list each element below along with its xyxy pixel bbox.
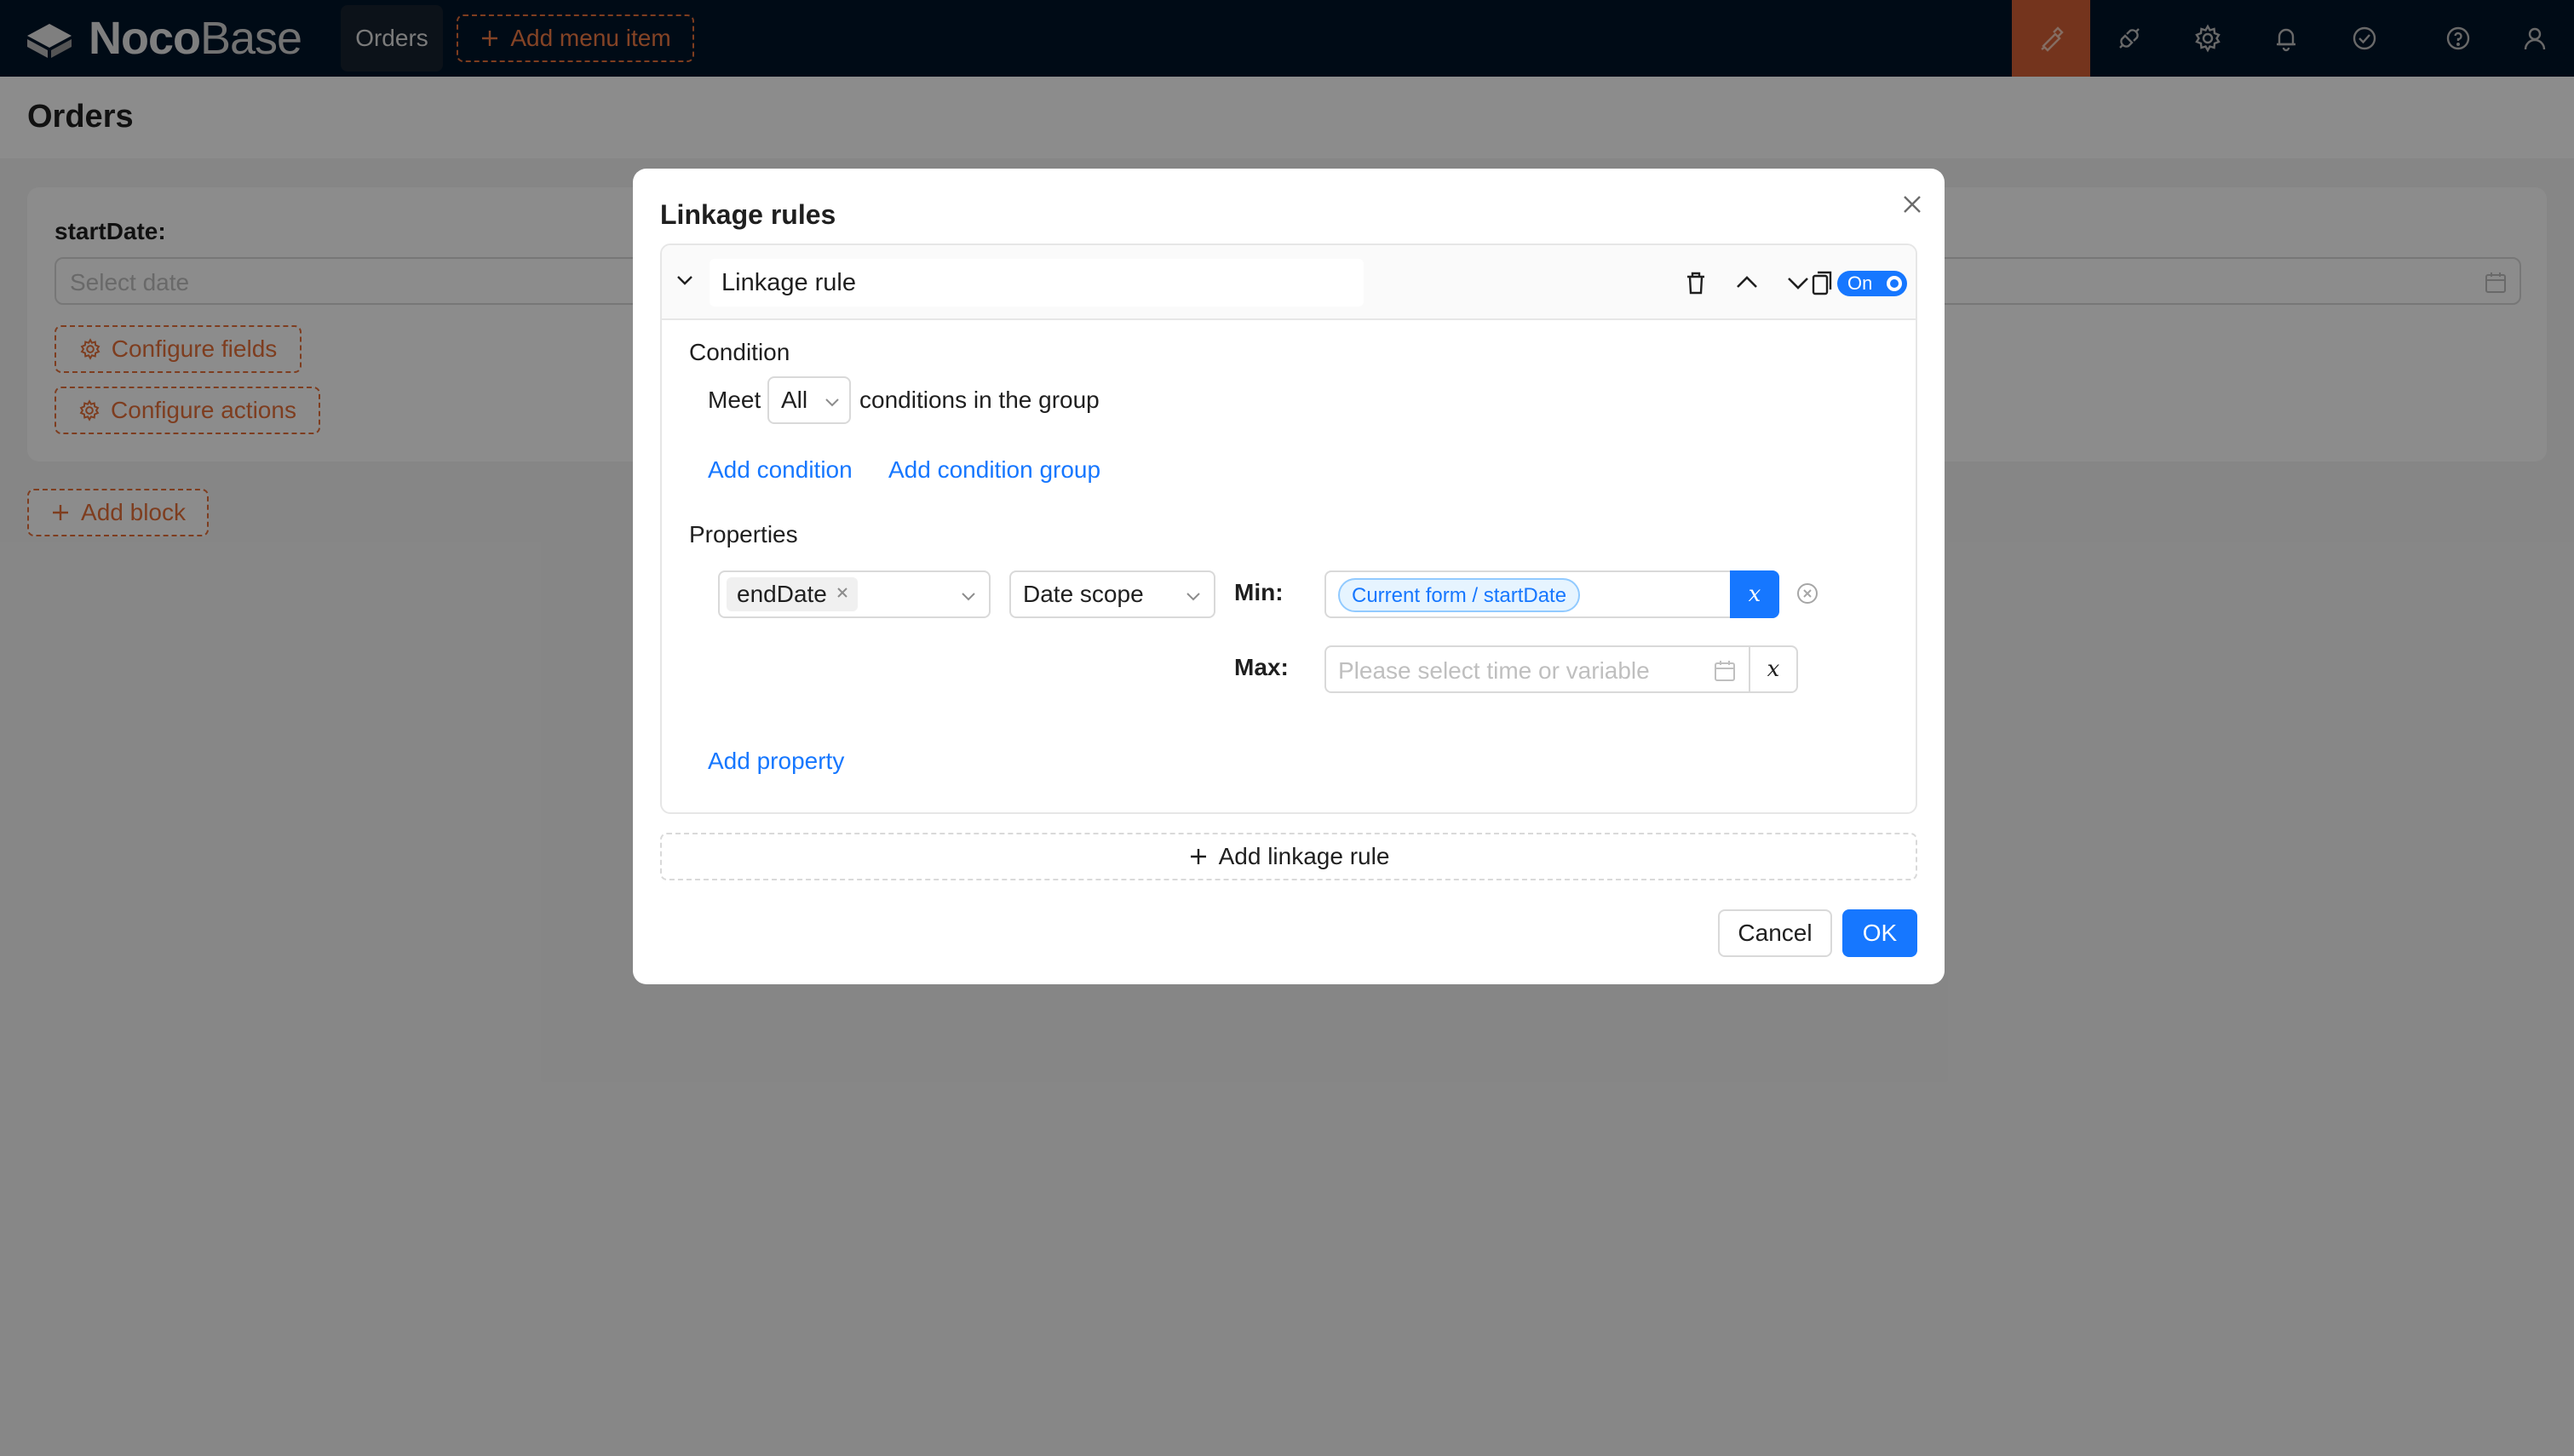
min-variable-button[interactable]: x: [1730, 570, 1779, 618]
meet-label: Meet: [708, 387, 761, 413]
max-label: Max:: [1234, 654, 1289, 680]
chevron-down-icon: [1186, 593, 1200, 601]
min-label: Min:: [1234, 579, 1284, 605]
add-property-link[interactable]: Add property: [708, 748, 844, 775]
linkage-rules-modal: Linkage rules Linkage rule On Condition …: [633, 169, 1945, 984]
calendar-icon: [1715, 661, 1735, 681]
field-tag: endDate: [727, 577, 858, 611]
target-field-select[interactable]: endDate: [718, 570, 991, 618]
condition-section-label: Condition: [689, 339, 790, 365]
field-tag-label: endDate: [737, 581, 827, 607]
add-linkage-rule-button[interactable]: Add linkage rule: [660, 833, 1917, 880]
add-linkage-rule-label: Add linkage rule: [1218, 843, 1390, 869]
ok-button[interactable]: OK: [1842, 909, 1917, 957]
modal-close-button[interactable]: [1897, 189, 1928, 220]
toggle-label: On: [1847, 272, 1873, 294]
toggle-knob: [1887, 276, 1902, 291]
chevron-up-icon: [1737, 276, 1757, 288]
copy-icon: [1812, 271, 1832, 295]
property-action-select[interactable]: Date scope: [1009, 570, 1215, 618]
cancel-button[interactable]: Cancel: [1718, 909, 1832, 957]
condition-suffix-text: conditions in the group: [859, 387, 1100, 413]
add-condition-group-link[interactable]: Add condition group: [888, 456, 1100, 484]
linkage-rule-header[interactable]: Linkage rule On: [662, 245, 1916, 320]
plus-icon: [1190, 849, 1206, 864]
min-value-input[interactable]: Current form / startDate: [1324, 570, 1730, 618]
max-value-input[interactable]: Please select time or variable: [1324, 645, 1750, 693]
max-placeholder: Please select time or variable: [1338, 657, 1650, 684]
rule-enabled-toggle[interactable]: On: [1837, 271, 1907, 296]
properties-section-label: Properties: [689, 521, 798, 547]
min-variable-tag: Current form / startDate: [1338, 578, 1581, 612]
max-variable-button[interactable]: x: [1749, 645, 1798, 693]
rule-name-input[interactable]: Linkage rule: [710, 259, 1364, 307]
move-up-button[interactable]: [1730, 266, 1764, 300]
tag-close-icon[interactable]: [834, 584, 851, 601]
property-action-value: Date scope: [1023, 581, 1144, 607]
condition-match-select[interactable]: All: [767, 376, 851, 424]
close-icon: [1904, 196, 1921, 213]
chevron-down-icon: [962, 593, 975, 601]
remove-property-icon[interactable]: [1795, 581, 1820, 606]
linkage-rule-panel: Linkage rule On Condition Meet All condi…: [660, 244, 1917, 814]
condition-match-value: All: [781, 387, 808, 413]
copy-rule-button[interactable]: [1805, 266, 1839, 300]
chevron-down-icon: [825, 398, 839, 407]
modal-title: Linkage rules: [660, 199, 836, 230]
trash-icon: [1687, 272, 1704, 295]
delete-rule-button[interactable]: [1679, 266, 1713, 300]
chevron-down-icon[interactable]: [672, 267, 698, 293]
add-condition-link[interactable]: Add condition: [708, 456, 853, 484]
